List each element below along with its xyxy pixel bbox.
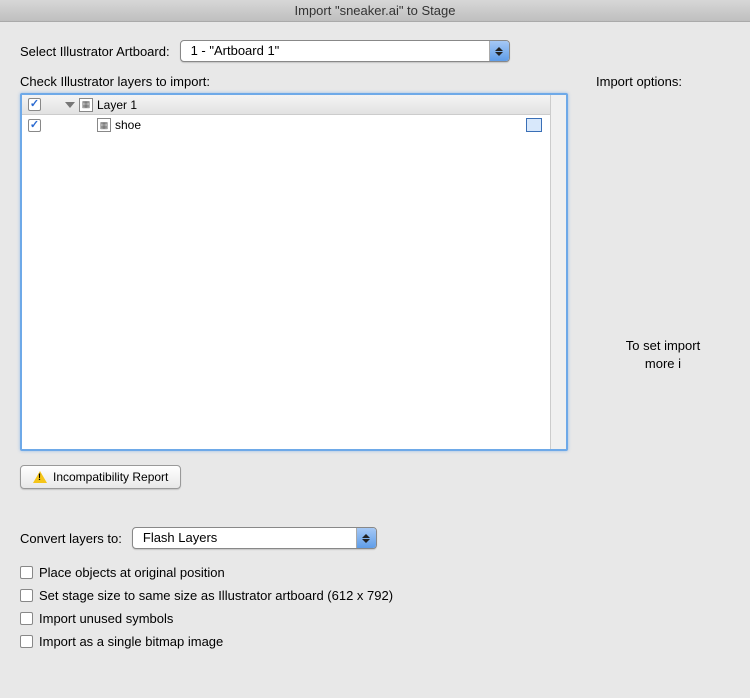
import-options-panel: To set import more i bbox=[596, 101, 730, 459]
unused-symbols-checkbox[interactable] bbox=[20, 612, 33, 625]
window-titlebar: Import "sneaker.ai" to Stage bbox=[0, 0, 750, 22]
convert-select[interactable]: Flash Layers bbox=[132, 527, 377, 549]
layer-row[interactable]: ▦ Layer 1 bbox=[22, 95, 550, 115]
disclosure-triangle-icon[interactable] bbox=[65, 102, 75, 108]
import-hint-line2: more i bbox=[626, 355, 700, 373]
artboard-select-value: 1 - "Artboard 1" bbox=[181, 41, 489, 61]
layer-name: Layer 1 bbox=[97, 98, 544, 112]
layers-label: Check Illustrator layers to import: bbox=[20, 74, 568, 89]
scrollbar[interactable] bbox=[550, 95, 566, 449]
bitmap-type-icon bbox=[526, 118, 542, 132]
convert-select-value: Flash Layers bbox=[133, 528, 356, 548]
import-options-label: Import options: bbox=[596, 74, 730, 89]
convert-label: Convert layers to: bbox=[20, 531, 122, 546]
select-arrows-icon bbox=[356, 528, 376, 548]
warning-icon bbox=[33, 470, 47, 484]
layers-panel: ▦ Layer 1 ▦ shoe bbox=[20, 93, 568, 451]
artboard-label: Select Illustrator Artboard: bbox=[20, 44, 170, 59]
layer-type-icon: ▦ bbox=[79, 98, 93, 112]
layer-row[interactable]: ▦ shoe bbox=[22, 115, 550, 135]
incompatibility-report-button[interactable]: Incompatibility Report bbox=[20, 465, 181, 489]
layers-list[interactable]: ▦ Layer 1 ▦ shoe bbox=[22, 95, 550, 449]
layer-type-icon: ▦ bbox=[97, 118, 111, 132]
import-hint-line1: To set import bbox=[626, 337, 700, 355]
layer-checkbox[interactable] bbox=[28, 119, 41, 132]
window-title: Import "sneaker.ai" to Stage bbox=[295, 3, 456, 18]
single-bitmap-checkbox[interactable] bbox=[20, 635, 33, 648]
layer-name: shoe bbox=[115, 118, 526, 132]
unused-symbols-label: Import unused symbols bbox=[39, 611, 173, 626]
stage-size-label: Set stage size to same size as Illustrat… bbox=[39, 588, 393, 603]
place-original-label: Place objects at original position bbox=[39, 565, 225, 580]
place-original-checkbox[interactable] bbox=[20, 566, 33, 579]
layer-checkbox[interactable] bbox=[28, 98, 41, 111]
stage-size-checkbox[interactable] bbox=[20, 589, 33, 602]
single-bitmap-label: Import as a single bitmap image bbox=[39, 634, 223, 649]
incompat-button-label: Incompatibility Report bbox=[53, 470, 168, 484]
select-arrows-icon bbox=[489, 41, 509, 61]
artboard-select[interactable]: 1 - "Artboard 1" bbox=[180, 40, 510, 62]
